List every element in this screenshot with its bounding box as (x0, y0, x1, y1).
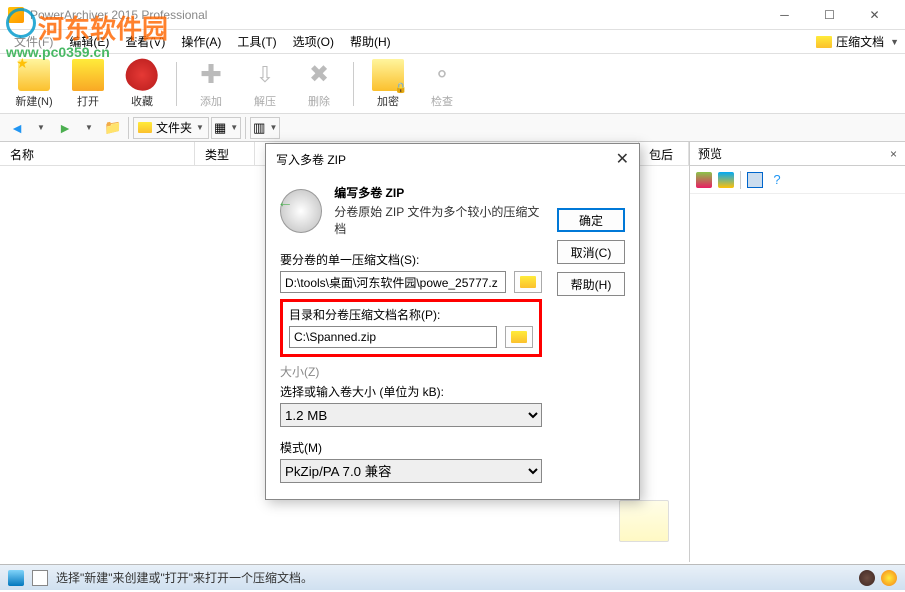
chevron-down-icon: ▼ (269, 123, 277, 132)
nav-bar: ◄ ▼ ► ▼ 📁 文件夹 ▼ ▦ ▼ ▥ ▼ (0, 114, 905, 142)
heart-icon (119, 52, 164, 97)
minimize-button[interactable]: ─ (762, 1, 807, 29)
source-input[interactable] (280, 271, 506, 293)
size-select[interactable]: 1.2 MB (280, 403, 542, 427)
dialog-title-bar: 写入多卷 ZIP ✕ (266, 144, 639, 174)
encrypt-button[interactable]: 加密 (364, 56, 412, 112)
source-browse-button[interactable] (514, 271, 542, 293)
status-cloud-icon[interactable] (859, 570, 875, 586)
column-type[interactable]: 类型 (195, 142, 255, 165)
extract-icon: ⇩ (249, 59, 281, 91)
new-icon (18, 59, 50, 91)
preview-header: 预览 × (690, 142, 905, 166)
dialog-subheading: 分卷原始 ZIP 文件为多个较小的压缩文档 (334, 203, 542, 237)
open-icon (72, 59, 104, 91)
mode-label: 模式(M) (280, 439, 542, 456)
cd-icon (280, 189, 322, 233)
preview-pane: 预览 × ? (690, 142, 905, 562)
target-input[interactable] (289, 326, 497, 348)
folders-label: 文件夹 (156, 119, 192, 136)
mode-select[interactable]: PkZip/PA 7.0 兼容 (280, 459, 542, 483)
view-dropdown[interactable]: ▦ ▼ (211, 117, 241, 139)
chevron-down-icon: ▼ (230, 123, 238, 132)
encrypt-icon (372, 59, 404, 91)
column-after[interactable]: 包后 (639, 142, 689, 165)
folder-icon (520, 276, 536, 288)
delete-icon: ✖ (303, 59, 335, 91)
main-toolbar: 新建(N) 打开 收藏 ✚ 添加 ⇩ 解压 ✖ 删除 加密 ⚬ 检查 (0, 54, 905, 114)
preview-grid-icon[interactable] (747, 172, 763, 188)
column-name[interactable]: 名称 (0, 142, 195, 165)
status-bar: 选择"新建"来创建或"打开"来打开一个压缩文档。 (0, 564, 905, 590)
check-button[interactable]: ⚬ 检查 (418, 56, 466, 112)
help-button[interactable]: 帮助(H) (557, 272, 625, 296)
toolbar-separator (176, 62, 177, 106)
preview-photo-icon[interactable] (718, 172, 734, 188)
target-label: 目录和分卷压缩文档名称(P): (289, 306, 497, 323)
check-icon: ⚬ (426, 59, 458, 91)
nav-separator (128, 117, 129, 139)
menu-options[interactable]: 选项(O) (285, 30, 342, 53)
delete-button[interactable]: ✖ 删除 (295, 56, 343, 112)
folder-icon (816, 36, 832, 48)
nav-forward-dropdown[interactable]: ▼ (78, 117, 100, 139)
folder-icon (138, 122, 152, 133)
target-browse-button[interactable] (505, 326, 533, 348)
menu-bar: 文件(F) 编辑(E) 查看(V) 操作(A) 工具(T) 选项(O) 帮助(H… (0, 30, 905, 54)
preview-image-icon[interactable] (696, 172, 712, 188)
nav-separator (245, 117, 246, 139)
menu-view[interactable]: 查看(V) (117, 30, 173, 53)
archive-drop-icon (619, 500, 669, 542)
menu-file[interactable]: 文件(F) (6, 30, 61, 53)
folders-dropdown[interactable]: 文件夹 ▼ (133, 117, 209, 139)
nav-back-dropdown[interactable]: ▼ (30, 117, 52, 139)
chevron-down-icon: ▼ (890, 37, 899, 47)
status-text: 选择"新建"来创建或"打开"来打开一个压缩文档。 (56, 569, 313, 586)
maximize-button[interactable]: ☐ (807, 1, 852, 29)
size-label: 选择或输入卷大小 (单位为 kB): (280, 383, 542, 400)
menu-action[interactable]: 操作(A) (173, 30, 229, 53)
preview-separator (740, 171, 741, 189)
chevron-down-icon: ▼ (196, 123, 204, 132)
list-icon: ▦ (214, 120, 226, 136)
dialog-title-text: 写入多卷 ZIP (276, 151, 346, 168)
dialog-close-button[interactable]: ✕ (616, 149, 629, 169)
status-icon-2[interactable] (32, 570, 48, 586)
add-button[interactable]: ✚ 添加 (187, 56, 235, 112)
source-label: 要分卷的单一压缩文档(S): (280, 251, 506, 268)
app-icon (8, 7, 24, 23)
preview-title: 预览 (698, 145, 722, 162)
title-bar: PowerArchiver 2015 Professional ─ ☐ ✕ (0, 0, 905, 30)
menu-tools[interactable]: 工具(T) (229, 30, 284, 53)
add-icon: ✚ (195, 59, 227, 91)
nav-up-button[interactable]: 📁 (102, 117, 124, 139)
new-button[interactable]: 新建(N) (10, 56, 58, 112)
window-title: PowerArchiver 2015 Professional (30, 8, 762, 22)
nav-back-button[interactable]: ◄ (6, 117, 28, 139)
open-button[interactable]: 打开 (64, 56, 112, 112)
dialog-heading: 编写多卷 ZIP (334, 184, 542, 201)
compress-doc-dropdown[interactable]: 压缩文档 ▼ (816, 33, 899, 50)
folder-icon (511, 331, 527, 343)
multi-volume-zip-dialog: 写入多卷 ZIP ✕ 编写多卷 ZIP 分卷原始 ZIP 文件为多个较小的压缩文… (265, 143, 640, 500)
favorite-button[interactable]: 收藏 (118, 56, 166, 112)
nav-forward-button[interactable]: ► (54, 117, 76, 139)
size-heading: 大小(Z) (280, 365, 319, 379)
menu-edit[interactable]: 编辑(E) (61, 30, 117, 53)
compress-doc-label: 压缩文档 (836, 33, 884, 50)
cancel-button[interactable]: 取消(C) (557, 240, 625, 264)
menu-help[interactable]: 帮助(H) (342, 30, 399, 53)
ok-button[interactable]: 确定 (557, 208, 625, 232)
highlighted-target-section: 目录和分卷压缩文档名称(P): (280, 299, 542, 357)
status-sync-icon[interactable] (881, 570, 897, 586)
layout-dropdown[interactable]: ▥ ▼ (250, 117, 280, 139)
close-button[interactable]: ✕ (852, 1, 897, 29)
layout-icon: ▥ (253, 120, 265, 136)
extract-button[interactable]: ⇩ 解压 (241, 56, 289, 112)
preview-help-icon[interactable]: ? (769, 172, 785, 188)
toolbar-separator (353, 62, 354, 106)
preview-toolbar: ? (690, 166, 905, 194)
preview-close-button[interactable]: × (890, 147, 897, 161)
status-icon-1[interactable] (8, 570, 24, 586)
